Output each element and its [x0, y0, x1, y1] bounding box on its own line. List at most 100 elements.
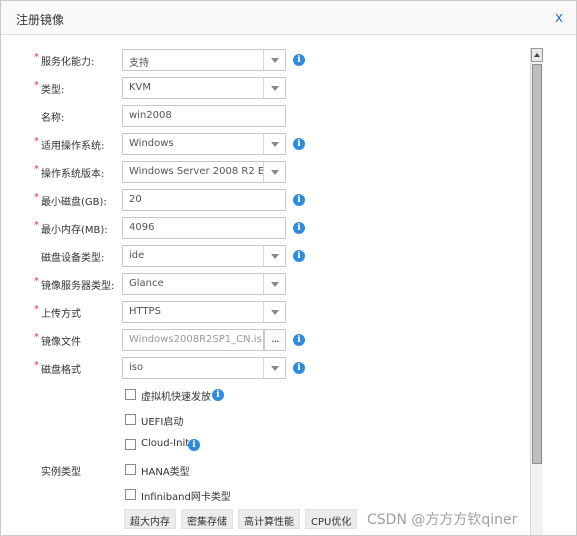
minmem-input[interactable]: 4096	[122, 217, 286, 239]
field-row-os: * 适用操作系统: Windows i	[1, 133, 321, 155]
browse-file-button[interactable]: ...	[264, 329, 286, 351]
info-icon[interactable]: i	[212, 389, 224, 401]
checkbox-box[interactable]	[125, 439, 136, 450]
field-value: Windows Server 2008 R2 E ...	[129, 166, 277, 177]
field-label: 磁盘格式	[41, 365, 81, 376]
field-row-type: * 类型: KVM	[1, 77, 321, 99]
checkbox-label: Cloud-Init	[141, 438, 190, 449]
field-value: Glance	[129, 278, 164, 289]
scroll-thumb[interactable]	[532, 64, 542, 464]
field-label: 上传方式	[41, 309, 81, 320]
imgsrv-select[interactable]: Glance	[122, 273, 286, 295]
checkbox-box[interactable]	[125, 389, 136, 400]
field-row-osver: * 操作系统版本: Windows Server 2008 R2 E ...	[1, 161, 321, 183]
checkbox-label: HANA类型	[141, 467, 190, 478]
required-marker: *	[34, 136, 39, 147]
instance-type-tags: 超大内存 密集存储 高计算性能 CPU优化	[124, 509, 362, 529]
chevron-down-icon[interactable]	[263, 246, 285, 266]
upload-select[interactable]: HTTPS	[122, 301, 286, 323]
checkbox-option[interactable]: UEFI启动	[122, 412, 322, 428]
scroll-up-arrow-icon[interactable]	[531, 48, 543, 62]
field-row-service: * 服务化能力: 支持 i	[1, 49, 321, 71]
dialog-titlebar: 注册镜像 x	[1, 1, 576, 35]
diskdev-select[interactable]: ide	[122, 245, 286, 267]
chevron-down-icon[interactable]	[263, 274, 285, 294]
required-marker: *	[34, 164, 39, 175]
tag-dense-storage[interactable]: 密集存储	[181, 509, 233, 529]
chevron-down-icon[interactable]	[263, 78, 285, 98]
info-icon[interactable]: i	[293, 362, 305, 374]
os-select[interactable]: Windows	[122, 133, 286, 155]
info-icon[interactable]: i	[293, 250, 305, 262]
required-marker: *	[34, 52, 39, 63]
info-icon[interactable]: i	[293, 54, 305, 66]
name-input[interactable]: win2008	[122, 105, 286, 127]
required-marker: *	[34, 80, 39, 91]
field-value: 4096	[129, 222, 155, 233]
dialog-title: 注册镜像	[16, 13, 65, 27]
info-icon[interactable]: i	[293, 222, 305, 234]
tag-high-compute[interactable]: 高计算性能	[238, 509, 300, 529]
field-value: 20	[129, 194, 142, 205]
close-icon[interactable]: x	[552, 11, 566, 25]
field-row-name: 名称: win2008	[1, 105, 321, 127]
tag-cpu-optimized[interactable]: CPU优化	[305, 509, 358, 529]
diskfmt-select[interactable]: iso	[122, 357, 286, 379]
chevron-down-icon[interactable]	[263, 162, 285, 182]
field-value: ide	[129, 250, 145, 261]
image-form: * 服务化能力: 支持 i * 类型: KVM 名称: win2008 * 适用操作系统: Windo…	[1, 35, 536, 535]
field-label: 服务化能力:	[41, 57, 95, 68]
checkbox-label: UEFI启动	[141, 417, 184, 428]
field-value: iso	[129, 362, 144, 373]
field-label: 镜像服务器类型:	[41, 281, 115, 292]
checkbox-label: 虚拟机快速发放	[141, 392, 211, 403]
checkbox-option[interactable]: Cloud-Init i	[122, 437, 322, 453]
required-marker: *	[34, 276, 39, 287]
info-icon[interactable]: i	[293, 334, 305, 346]
field-value: HTTPS	[129, 306, 161, 317]
field-label: 最小内存(MB):	[41, 225, 108, 236]
register-image-dialog: 注册镜像 x * 服务化能力: 支持 i * 类型: KVM 名称: win2008 * 适用操作系…	[0, 0, 577, 536]
checkbox-box[interactable]	[125, 414, 136, 425]
vertical-scrollbar[interactable]	[530, 48, 543, 535]
mindisk-input[interactable]: 20	[122, 189, 286, 211]
chevron-down-icon[interactable]	[263, 358, 285, 378]
field-value: win2008	[129, 110, 172, 121]
field-row-diskfmt: * 磁盘格式 iso i	[1, 357, 321, 379]
field-label: 磁盘设备类型:	[41, 253, 105, 264]
required-marker: *	[34, 360, 39, 371]
checkbox-box[interactable]	[125, 464, 136, 475]
checkbox-infiniband[interactable]: Infiniband网卡类型	[122, 487, 322, 503]
field-label: 适用操作系统:	[41, 141, 105, 152]
field-row-imgsrv: * 镜像服务器类型: Glance	[1, 273, 321, 295]
required-marker: *	[34, 192, 39, 203]
chevron-down-icon[interactable]	[263, 50, 285, 70]
checkbox-option[interactable]: 虚拟机快速发放 i	[122, 387, 322, 403]
info-icon[interactable]: i	[188, 439, 200, 451]
tag-large-memory[interactable]: 超大内存	[124, 509, 176, 529]
checkbox-hana[interactable]: HANA类型	[122, 462, 322, 478]
type-select[interactable]: KVM	[122, 77, 286, 99]
field-label: 操作系统版本:	[41, 169, 105, 180]
checkbox-label: Infiniband网卡类型	[141, 492, 231, 503]
service-select[interactable]: 支持	[122, 49, 286, 71]
instance-type-label: 实例类型	[41, 467, 81, 478]
field-value: Windows2008R2SP1_CN.is	[129, 334, 262, 345]
chevron-down-icon[interactable]	[263, 134, 285, 154]
field-label: 名称:	[41, 113, 65, 124]
field-row-mindisk: * 最小磁盘(GB): 20 i	[1, 189, 321, 211]
field-row-file: * 镜像文件 Windows2008R2SP1_CN.is... i	[1, 329, 321, 351]
info-icon[interactable]: i	[293, 194, 305, 206]
field-value: 支持	[129, 58, 149, 69]
field-label: 类型:	[41, 85, 65, 96]
file-input[interactable]: Windows2008R2SP1_CN.is	[122, 329, 264, 351]
osver-select[interactable]: Windows Server 2008 R2 E ...	[122, 161, 286, 183]
chevron-down-icon[interactable]	[263, 302, 285, 322]
checkbox-box[interactable]	[125, 489, 136, 500]
field-row-diskdev: 磁盘设备类型: ide i	[1, 245, 321, 267]
field-value: KVM	[129, 82, 152, 93]
required-marker: *	[34, 304, 39, 315]
info-icon[interactable]: i	[293, 138, 305, 150]
watermark: CSDN @方方方钦qiner	[367, 512, 518, 528]
field-row-upload: * 上传方式 HTTPS	[1, 301, 321, 323]
